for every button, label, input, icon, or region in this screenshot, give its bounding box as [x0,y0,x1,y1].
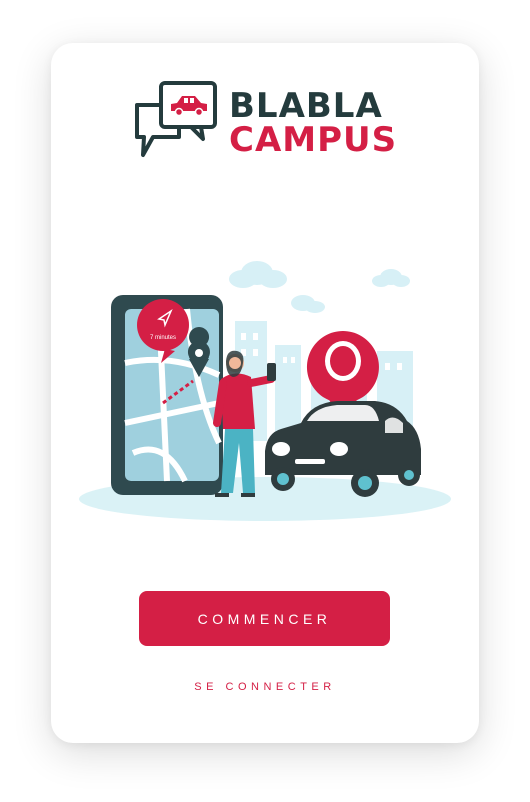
start-button[interactable]: COMMENCER [139,591,390,646]
bubble-time-label: 7 minutes [150,335,176,341]
carpool-illustration: 7 minutes [79,261,451,521]
chat-car-logo-icon [135,81,217,157]
onboarding-card: BLABLA CAMPUS 7 minutes COMMENCER SE CON… [51,43,479,743]
brand-line-2: CAMPUS [229,120,398,160]
cloud-icon [229,261,410,313]
brand-line-1: BLABLA [229,86,383,126]
login-link[interactable]: SE CONNECTER [51,681,479,693]
brand-logo: BLABLA CAMPUS [133,79,396,163]
